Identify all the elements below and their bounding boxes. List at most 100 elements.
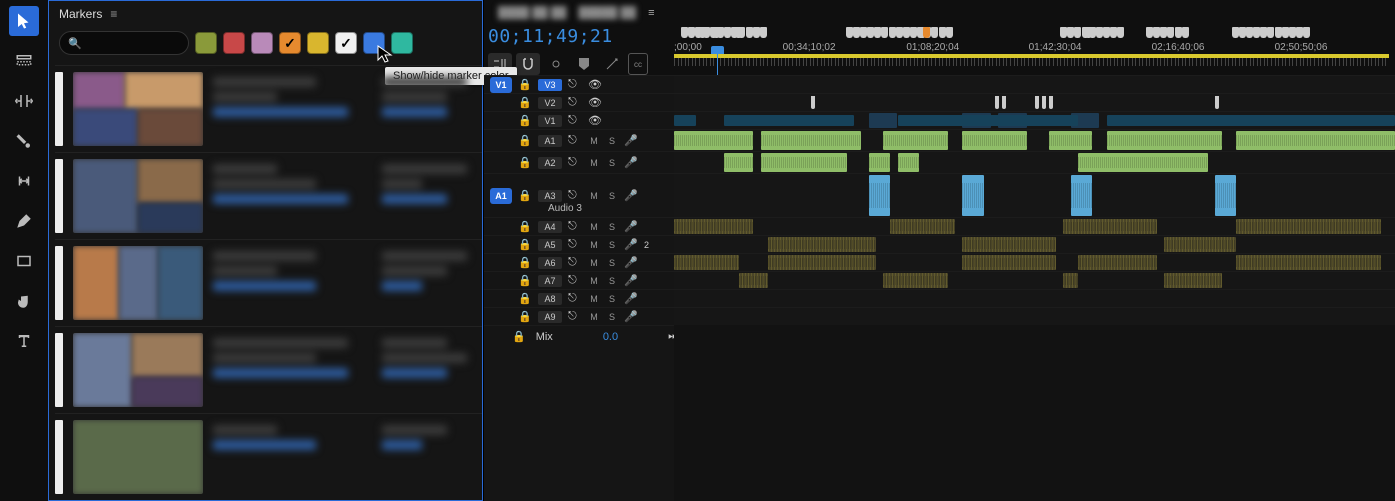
clip[interactable] [1236, 219, 1380, 234]
mute-toggle[interactable]: M [588, 240, 600, 250]
mute-toggle[interactable]: M [588, 276, 600, 286]
solo-toggle[interactable]: S [606, 222, 618, 232]
lock-toggle[interactable]: 🔒 [518, 256, 532, 269]
track-target-a2[interactable]: A2 [538, 157, 562, 169]
clip[interactable] [1107, 115, 1395, 126]
linked-selection-toggle[interactable] [544, 53, 568, 75]
clip[interactable] [811, 96, 815, 109]
solo-toggle[interactable]: S [606, 158, 618, 168]
clip[interactable] [1049, 131, 1092, 150]
clip[interactable] [898, 153, 920, 172]
search-field[interactable] [88, 37, 178, 49]
voiceover-icon[interactable]: 🎤 [624, 238, 638, 251]
clip[interactable] [1071, 175, 1093, 216]
voiceover-icon[interactable]: 🎤 [624, 256, 638, 269]
clip[interactable] [724, 115, 854, 126]
track-target-v3[interactable]: V3 [538, 79, 562, 91]
clip[interactable] [1215, 96, 1219, 109]
panel-menu-icon[interactable]: ≡ [110, 7, 117, 21]
sync-lock-icon[interactable]: ⎋ [568, 274, 582, 287]
solo-toggle[interactable]: S [606, 276, 618, 286]
voiceover-icon[interactable]: 🎤 [624, 156, 638, 169]
settings-icon[interactable] [600, 53, 624, 75]
visibility-toggle[interactable]: 👁 [588, 114, 602, 127]
sync-lock-icon[interactable]: ⎋ [568, 220, 582, 233]
lock-toggle[interactable]: 🔒 [518, 292, 532, 305]
marker-item[interactable] [55, 326, 482, 413]
sequence-tab[interactable]: ████ ██ ██ [498, 7, 566, 19]
track-lane[interactable] [674, 217, 1395, 235]
track-target-a4[interactable]: A4 [538, 221, 562, 233]
sync-lock-icon[interactable]: ⎋ [568, 238, 582, 251]
solo-toggle[interactable]: S [606, 294, 618, 304]
sync-lock-icon[interactable]: ⎋ [568, 156, 582, 169]
track-lane[interactable] [674, 75, 1395, 93]
clip[interactable] [962, 131, 1027, 150]
clip[interactable] [1236, 131, 1395, 150]
marker-color-purple[interactable] [251, 32, 273, 54]
clip[interactable] [674, 255, 739, 270]
solo-toggle[interactable]: S [606, 191, 618, 201]
clip[interactable] [1063, 219, 1157, 234]
marker-color-blue[interactable] [363, 32, 385, 54]
lock-toggle[interactable]: 🔒 [518, 134, 532, 147]
marker-list[interactable] [49, 65, 482, 500]
rectangle-tool[interactable] [9, 246, 39, 276]
timeline-overview[interactable] [674, 26, 1389, 42]
razor-tool[interactable] [9, 126, 39, 156]
clip[interactable] [869, 175, 891, 216]
slip-tool[interactable] [9, 166, 39, 196]
clip[interactable] [1236, 255, 1380, 270]
clip[interactable] [898, 115, 1078, 126]
add-marker-button[interactable] [572, 53, 596, 75]
mute-toggle[interactable]: M [588, 312, 600, 322]
clip[interactable] [962, 255, 1056, 270]
sequence-tab[interactable]: █████ ██ [578, 7, 636, 19]
clip[interactable] [1042, 96, 1046, 109]
track-header-v3[interactable]: V1 🔒 V3 ⎋ 👁 [484, 75, 674, 93]
clip[interactable] [962, 237, 1056, 252]
solo-toggle[interactable]: S [606, 136, 618, 146]
track-lane[interactable] [674, 307, 1395, 325]
clip[interactable] [1063, 273, 1077, 288]
track-header-a2[interactable]: 🔒 A2 ⎋ M S 🎤 [484, 151, 674, 173]
mute-toggle[interactable]: M [588, 222, 600, 232]
pen-tool[interactable] [9, 206, 39, 236]
track-target-a9[interactable]: A9 [538, 311, 562, 323]
marker-color-yellow[interactable] [307, 32, 329, 54]
voiceover-icon[interactable]: 🎤 [624, 189, 638, 202]
clip[interactable] [1035, 96, 1039, 109]
clip[interactable] [761, 153, 848, 172]
voiceover-icon[interactable]: 🎤 [624, 220, 638, 233]
snap-toggle[interactable] [516, 53, 540, 75]
source-patch-v1[interactable]: V1 [490, 77, 512, 93]
lock-toggle[interactable]: 🔒 [518, 189, 532, 202]
captions-toggle[interactable]: cc [628, 53, 648, 75]
marker-item[interactable] [55, 65, 482, 152]
track-target-v1[interactable]: V1 [538, 115, 562, 127]
mute-toggle[interactable]: M [588, 158, 600, 168]
mute-toggle[interactable]: M [588, 136, 600, 146]
clip[interactable] [1078, 153, 1208, 172]
clip[interactable] [883, 131, 948, 150]
lock-toggle[interactable]: 🔒 [518, 274, 532, 287]
track-target-a1[interactable]: A1 [538, 135, 562, 147]
clip[interactable] [674, 115, 696, 126]
lock-toggle[interactable]: 🔒 [512, 330, 526, 343]
track-lane[interactable] [674, 151, 1395, 173]
marker-item[interactable] [55, 152, 482, 239]
mute-toggle[interactable]: M [588, 294, 600, 304]
track-header-a3[interactable]: A1🔒 A3 ⎋ M S 🎤 Audio 3 [484, 173, 674, 217]
marker-color-red[interactable] [223, 32, 245, 54]
track-header-a7[interactable]: 🔒 A7 ⎋ M S 🎤 [484, 271, 674, 289]
clip[interactable] [869, 113, 898, 128]
track-lane[interactable] [674, 289, 1395, 307]
track-header-a4[interactable]: 🔒 A4 ⎋ M S 🎤 [484, 217, 674, 235]
track-lane[interactable] [674, 129, 1395, 151]
track-header-a5[interactable]: 🔒 A5 ⎋ M S 🎤 2 [484, 235, 674, 253]
clip[interactable] [768, 255, 876, 270]
clip[interactable] [674, 131, 753, 150]
clip[interactable] [1215, 175, 1237, 216]
track-header-a9[interactable]: 🔒 A9 ⎋ M S 🎤 [484, 307, 674, 325]
clip[interactable] [1107, 131, 1222, 150]
